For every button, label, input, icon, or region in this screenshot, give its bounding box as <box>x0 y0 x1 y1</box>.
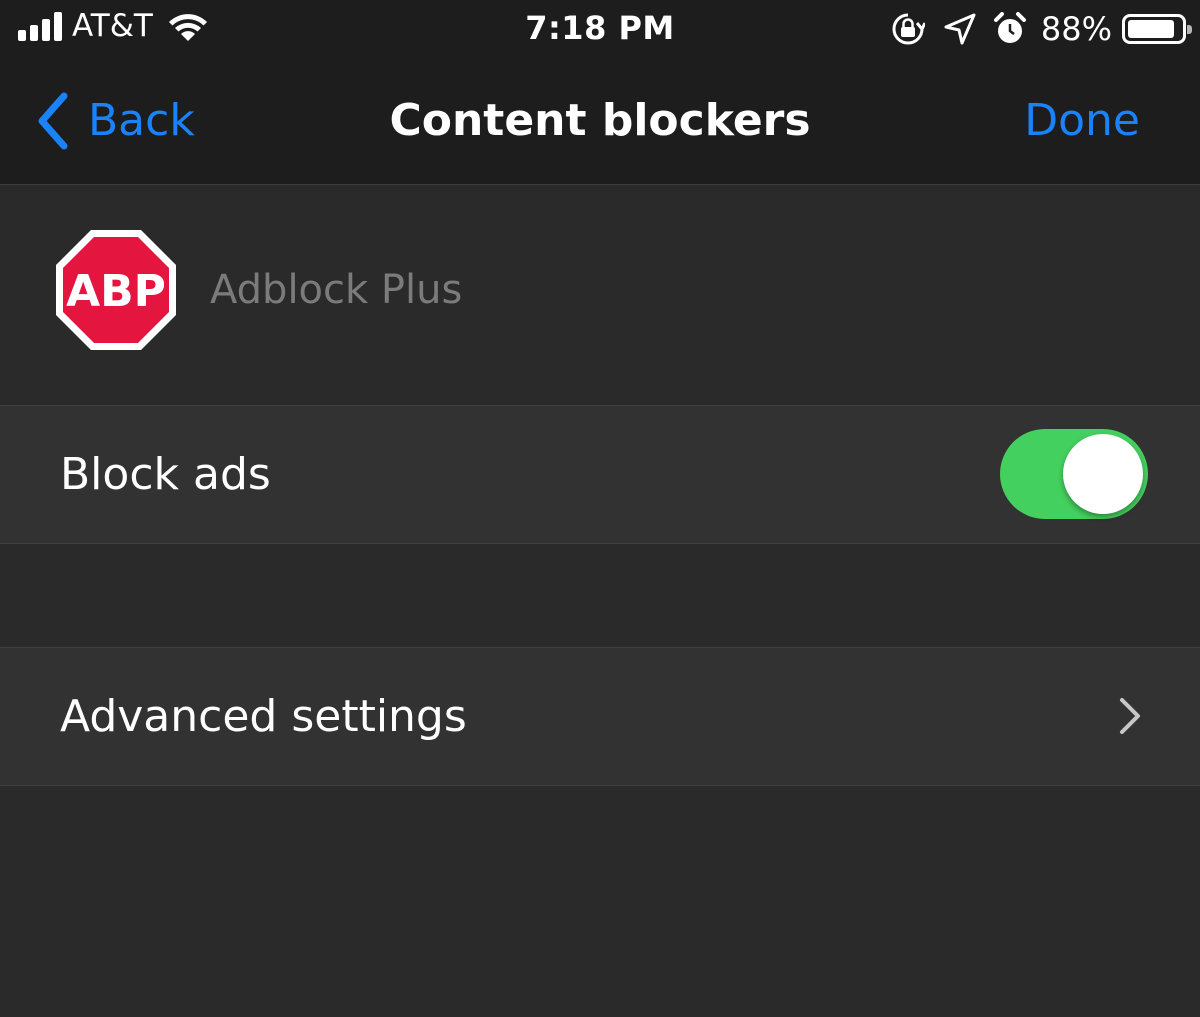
chevron-right-icon <box>1120 698 1140 734</box>
status-right: 88% <box>891 9 1192 49</box>
advanced-settings-row[interactable]: Advanced settings <box>0 647 1200 786</box>
advanced-settings-label: Advanced settings <box>60 691 467 742</box>
battery-level-fill <box>1128 20 1174 38</box>
location-icon <box>944 13 976 45</box>
block-ads-label: Block ads <box>60 449 271 500</box>
app-header: ABP Adblock Plus <box>0 185 1200 405</box>
adblock-plus-logo-icon: ABP <box>56 230 176 350</box>
battery-percent: 88% <box>1040 10 1112 48</box>
toggle-knob <box>1063 434 1143 514</box>
logo-text: ABP <box>66 266 166 317</box>
block-ads-toggle[interactable] <box>1000 429 1148 519</box>
alarm-icon <box>993 12 1026 43</box>
status-bar: AT&T 7:18 PM 88% <box>0 0 1200 62</box>
orientation-lock-icon <box>892 13 925 45</box>
navigation-bar: Back Content blockers Done <box>0 62 1200 185</box>
done-button[interactable]: Done <box>1024 90 1140 152</box>
battery-nub <box>1187 25 1192 34</box>
page-title: Content blockers <box>389 95 811 146</box>
battery-icon <box>1122 14 1192 44</box>
app-name: Adblock Plus <box>210 267 463 313</box>
block-ads-row: Block ads <box>0 405 1200 544</box>
